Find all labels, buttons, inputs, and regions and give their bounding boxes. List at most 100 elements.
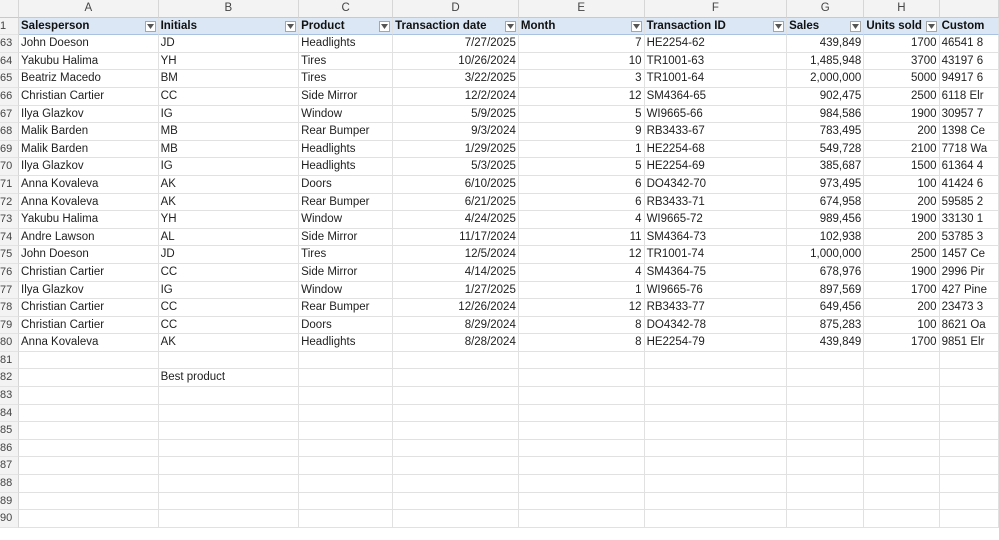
table-cell[interactable]: [19, 369, 159, 388]
table-cell[interactable]: Yakubu Halima: [19, 52, 159, 71]
row-number[interactable]: 83: [0, 387, 19, 405]
table-cell[interactable]: [158, 351, 300, 370]
table-cell[interactable]: [299, 439, 394, 458]
table-cell[interactable]: 989,456: [787, 211, 865, 229]
row-number[interactable]: 1: [0, 17, 19, 36]
table-cell[interactable]: 674,958: [787, 193, 865, 212]
table-cell[interactable]: [864, 475, 940, 493]
table-cell[interactable]: 5: [518, 105, 645, 124]
table-cell[interactable]: 973,495: [787, 175, 865, 194]
row-number[interactable]: 67: [0, 105, 19, 124]
table-cell[interactable]: 1398 Ce: [939, 123, 999, 141]
table-cell[interactable]: YH: [158, 211, 300, 229]
table-cell[interactable]: Tires: [299, 246, 394, 264]
table-cell[interactable]: RB3433-67: [644, 123, 788, 141]
table-cell[interactable]: HE2254-69: [644, 158, 788, 176]
table-cell[interactable]: [19, 439, 159, 458]
table-cell[interactable]: Yakubu Halima: [19, 211, 159, 229]
table-cell[interactable]: 102,938: [787, 228, 865, 247]
table-cell[interactable]: [393, 510, 519, 528]
table-cell[interactable]: RB3433-71: [644, 193, 788, 212]
filter-dropdown-icon[interactable]: [773, 20, 785, 32]
table-cell[interactable]: [939, 492, 999, 511]
table-cell[interactable]: [299, 387, 394, 405]
table-cell[interactable]: 200: [864, 193, 940, 212]
table-cell[interactable]: 1: [518, 140, 645, 159]
table-cell[interactable]: [864, 457, 940, 476]
table-cell[interactable]: [158, 404, 300, 423]
table-cell[interactable]: HE2254-68: [644, 140, 788, 159]
table-cell[interactable]: [299, 422, 394, 440]
table-cell[interactable]: 9/3/2024: [393, 123, 519, 141]
table-cell[interactable]: CC: [158, 316, 300, 335]
table-cell[interactable]: TR1001-74: [644, 246, 788, 264]
table-cell[interactable]: 11/17/2024: [393, 228, 519, 247]
table-cell[interactable]: 11: [518, 228, 645, 247]
table-header-cell[interactable]: Product: [299, 17, 394, 36]
table-cell[interactable]: HE2254-79: [644, 334, 788, 352]
table-cell[interactable]: [787, 351, 865, 370]
table-cell[interactable]: 12/26/2024: [393, 299, 519, 317]
table-cell[interactable]: 4/14/2025: [393, 263, 519, 282]
table-cell[interactable]: [939, 422, 999, 440]
table-cell[interactable]: 12/5/2024: [393, 246, 519, 264]
table-cell[interactable]: MB: [158, 140, 300, 159]
table-cell[interactable]: 7: [518, 35, 645, 53]
table-cell[interactable]: [518, 404, 645, 423]
table-cell[interactable]: 897,569: [787, 281, 865, 300]
column-header-g[interactable]: G: [787, 0, 865, 18]
table-cell[interactable]: 8621 Oa: [939, 316, 999, 335]
table-cell[interactable]: Tires: [299, 52, 394, 71]
row-number[interactable]: 73: [0, 211, 19, 229]
table-cell[interactable]: 12: [518, 87, 645, 106]
table-cell[interactable]: 1900: [864, 263, 940, 282]
table-cell[interactable]: [644, 475, 788, 493]
table-cell[interactable]: [19, 387, 159, 405]
filter-dropdown-icon[interactable]: [504, 20, 516, 32]
table-cell[interactable]: 46541 8: [939, 35, 999, 53]
table-cell[interactable]: [158, 492, 300, 511]
table-cell[interactable]: [518, 387, 645, 405]
table-cell[interactable]: Rear Bumper: [299, 193, 394, 212]
table-cell[interactable]: [518, 492, 645, 511]
table-cell[interactable]: [299, 475, 394, 493]
table-cell[interactable]: [939, 404, 999, 423]
table-cell[interactable]: [518, 457, 645, 476]
table-cell[interactable]: SM4364-65: [644, 87, 788, 106]
table-cell[interactable]: 2,000,000: [787, 70, 865, 88]
row-number[interactable]: 77: [0, 281, 19, 300]
row-number[interactable]: 75: [0, 246, 19, 264]
table-cell[interactable]: 5/9/2025: [393, 105, 519, 124]
table-cell[interactable]: DO4342-70: [644, 175, 788, 194]
table-cell[interactable]: [644, 387, 788, 405]
table-cell[interactable]: 41424 6: [939, 175, 999, 194]
table-cell[interactable]: 8: [518, 334, 645, 352]
row-number[interactable]: 90: [0, 510, 19, 528]
table-cell[interactable]: [864, 351, 940, 370]
table-cell[interactable]: Doors: [299, 175, 394, 194]
table-cell[interactable]: 549,728: [787, 140, 865, 159]
table-cell[interactable]: Side Mirror: [299, 228, 394, 247]
table-cell[interactable]: 678,976: [787, 263, 865, 282]
row-number[interactable]: 78: [0, 299, 19, 317]
table-cell[interactable]: 439,849: [787, 334, 865, 352]
table-cell[interactable]: [864, 387, 940, 405]
table-cell[interactable]: CC: [158, 263, 300, 282]
table-cell[interactable]: [299, 351, 394, 370]
table-cell[interactable]: Ilya Glazkov: [19, 158, 159, 176]
table-cell[interactable]: [864, 492, 940, 511]
table-cell[interactable]: IG: [158, 281, 300, 300]
table-cell[interactable]: Headlights: [299, 35, 394, 53]
table-cell[interactable]: [787, 404, 865, 423]
table-cell[interactable]: [158, 510, 300, 528]
table-cell[interactable]: 30957 7: [939, 105, 999, 124]
row-number[interactable]: 65: [0, 70, 19, 88]
table-cell[interactable]: 783,495: [787, 123, 865, 141]
table-cell[interactable]: [158, 475, 300, 493]
table-header-cell[interactable]: Custom: [939, 17, 999, 36]
table-cell[interactable]: 10: [518, 52, 645, 71]
table-cell[interactable]: Tires: [299, 70, 394, 88]
table-cell[interactable]: [158, 422, 300, 440]
table-cell[interactable]: [864, 439, 940, 458]
column-header-e[interactable]: E: [518, 0, 645, 18]
